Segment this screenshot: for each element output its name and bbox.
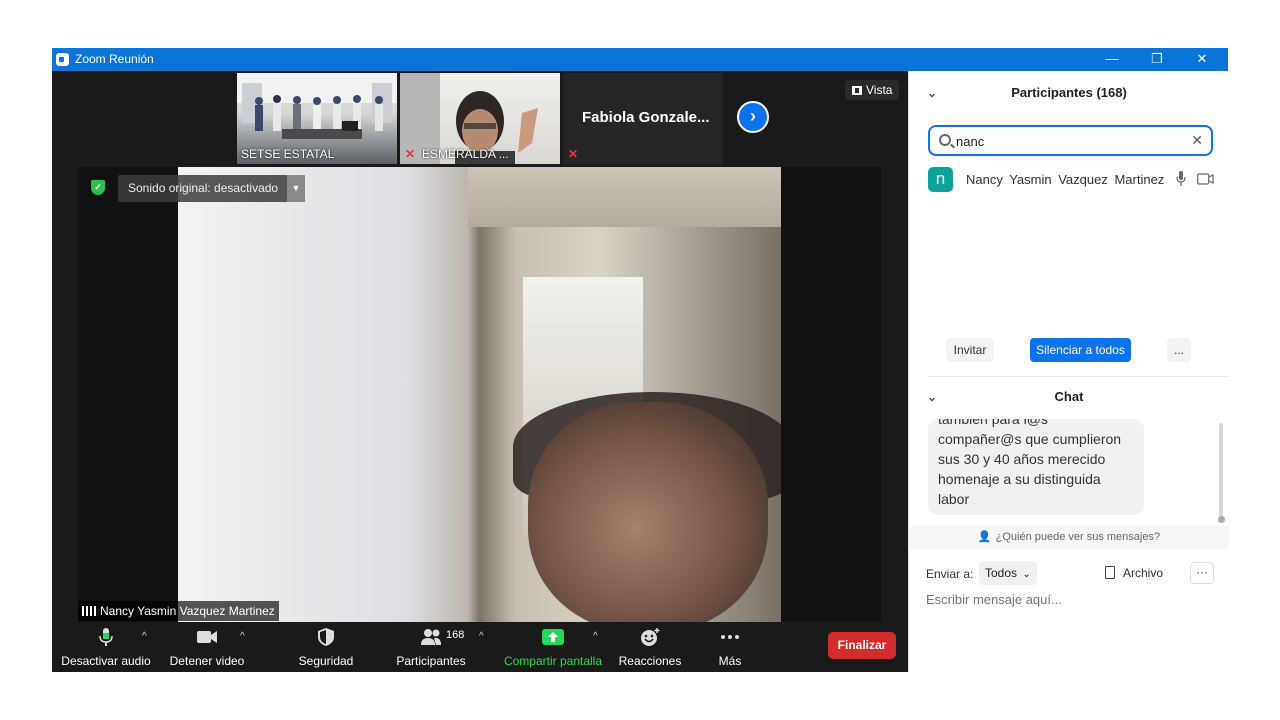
zoom-logo-icon [56, 53, 69, 66]
send-to-value: Todos [985, 566, 1018, 580]
chevron-down-icon: ⌄ [1022, 569, 1031, 580]
stop-video-button[interactable]: Detener video [162, 622, 252, 672]
search-input[interactable] [956, 131, 1176, 151]
chat-message: también para l@s compañer@s que cumplier… [928, 419, 1144, 515]
participant-row[interactable]: n Nancy Yasmin Vazquez Martinez [928, 167, 1218, 193]
security-label: Seguridad [298, 654, 354, 668]
reactions-label: Reacciones [618, 654, 682, 668]
video-options-caret-icon[interactable]: ^ [240, 631, 245, 642]
encryption-shield-icon: ✓ [91, 180, 105, 195]
main-video: ✓ Sonido original: desactivado ▼ Nancy Y… [78, 167, 881, 622]
view-label: Vista [866, 83, 893, 97]
stop-video-label: Detener video [169, 654, 245, 668]
chat-message-text: también para l@s compañer@s que cumplier… [938, 419, 1143, 509]
video-face [528, 402, 768, 622]
original-sound-toggle[interactable]: Sonido original: desactivado [118, 175, 289, 202]
participants-header: ⌄ Participantes (168) [909, 71, 1229, 115]
participants-count: 168 [446, 629, 465, 641]
mute-audio-button[interactable]: Desactivar audio [60, 622, 152, 672]
avatar: n [928, 167, 953, 192]
chat-more-button[interactable]: ··· [1190, 562, 1214, 584]
zoom-window: Zoom Reunión — ❐ ✕ SETSE ESTATAL ESMERAL… [52, 48, 1229, 672]
participants-label: Participantes [396, 654, 466, 668]
send-to-dropdown[interactable]: Todos ⌄ [979, 561, 1037, 585]
participants-icon [421, 629, 441, 645]
who-can-see-link[interactable]: 👤 ¿Quién puede ver sus mensajes? [909, 526, 1229, 549]
camera-icon [197, 631, 217, 643]
thumbnail-esmeralda[interactable]: ESMERALDA ... ✕ [400, 73, 560, 164]
speaker-name: Nancy Yasmin Vazquez Martinez [100, 604, 275, 618]
meeting-area: SETSE ESTATAL ESMERALDA ... ✕ Fabiola Go… [52, 71, 908, 672]
share-screen-label: Compartir pantalla [503, 654, 603, 668]
participants-more-button[interactable]: ... [1167, 338, 1191, 362]
mute-audio-label: Desactivar audio [61, 654, 151, 668]
thumbnail-label: ESMERALDA ... [422, 147, 509, 161]
invite-button[interactable]: Invitar [946, 338, 994, 362]
participant-search[interactable]: ✕ [928, 125, 1213, 156]
collapse-chevron-icon[interactable]: ⌄ [927, 375, 937, 419]
security-button[interactable]: Seguridad [288, 622, 364, 672]
caret-down-icon[interactable]: ▼ [287, 175, 305, 202]
thumbnail-setse-estatal[interactable]: SETSE ESTATAL [237, 73, 397, 164]
reactions-button[interactable]: Reacciones [614, 622, 686, 672]
video-ceiling [468, 167, 781, 227]
mute-all-button[interactable]: Silenciar a todos [1030, 338, 1131, 362]
more-dots-icon [721, 635, 739, 639]
clear-search-icon[interactable]: ✕ [1191, 132, 1203, 149]
more-label: Más [718, 654, 742, 668]
file-label: Archivo [1123, 566, 1164, 580]
share-screen-button[interactable]: Compartir pantalla [500, 622, 606, 672]
title-bar: Zoom Reunión — ❐ ✕ [52, 48, 1228, 71]
more-button[interactable]: Más [702, 622, 758, 672]
restore-button[interactable]: ❐ [1134, 48, 1180, 71]
close-window-button[interactable]: ✕ [1179, 48, 1225, 71]
microphone-icon [99, 628, 113, 646]
share-caret-icon[interactable]: ^ [593, 631, 598, 642]
microphone-icon[interactable] [1176, 170, 1186, 187]
chat-scroll-thumb[interactable] [1218, 516, 1225, 523]
participant-name: Fabiola Gonzale... [582, 109, 710, 126]
search-icon [939, 134, 951, 146]
who-can-see-label: ¿Quién puede ver sus mensajes? [995, 531, 1161, 543]
muted-mic-icon: ✕ [568, 147, 579, 161]
document-icon [1105, 566, 1115, 579]
file-button[interactable]: Archivo [1105, 566, 1163, 580]
muted-mic-icon: ✕ [405, 147, 416, 161]
chat-title: Chat [1054, 389, 1084, 404]
participant-name: Nancy Yasmin Vazquez Martinez [966, 172, 1165, 187]
meeting-toolbar: Desactivar audio ^ Detener video ^ Segur… [52, 622, 908, 672]
chat-scrollbar[interactable] [1219, 423, 1223, 519]
chat-message-line: también para l@s [938, 419, 1048, 427]
minimize-button[interactable]: — [1089, 48, 1135, 71]
collapse-chevron-icon[interactable]: ⌄ [927, 71, 937, 115]
signal-bars-icon [82, 606, 96, 616]
shield-icon [318, 628, 334, 646]
chat-message-line: homenaje a su distinguida [938, 471, 1101, 487]
side-panel: ⌄ Participantes (168) ✕ n Nancy Yasmin V… [908, 71, 1229, 672]
end-meeting-button[interactable]: Finalizar [828, 632, 896, 659]
participants-title: Participantes (168) [1011, 85, 1127, 100]
speaker-video-image [178, 167, 781, 622]
chat-header: ⌄ Chat [909, 375, 1229, 419]
view-button[interactable]: Vista [845, 80, 900, 100]
smiley-icon [641, 628, 660, 646]
grid-icon [852, 86, 862, 95]
thumbnail-fabiola[interactable]: Fabiola Gonzale... ✕ [563, 73, 723, 164]
chat-message-input[interactable] [926, 592, 1206, 607]
share-screen-icon [542, 629, 564, 645]
participants-caret-icon[interactable]: ^ [479, 631, 484, 642]
send-to-label: Enviar a: [926, 567, 974, 581]
window-title: Zoom Reunión [75, 52, 154, 66]
thumbnail-label: SETSE ESTATAL [241, 147, 335, 161]
chat-message-line: sus 30 y 40 años merecido [938, 451, 1106, 467]
speaker-name-label: Nancy Yasmin Vazquez Martinez [78, 601, 279, 621]
chat-message-line: compañer@s que cumplieron [938, 431, 1122, 447]
chat-message-line: labor [938, 491, 970, 507]
camera-icon[interactable] [1197, 173, 1214, 185]
audio-options-caret-icon[interactable]: ^ [142, 631, 147, 642]
next-page-arrow-icon[interactable]: › [737, 101, 769, 133]
person-lock-icon: 👤 [977, 531, 992, 543]
